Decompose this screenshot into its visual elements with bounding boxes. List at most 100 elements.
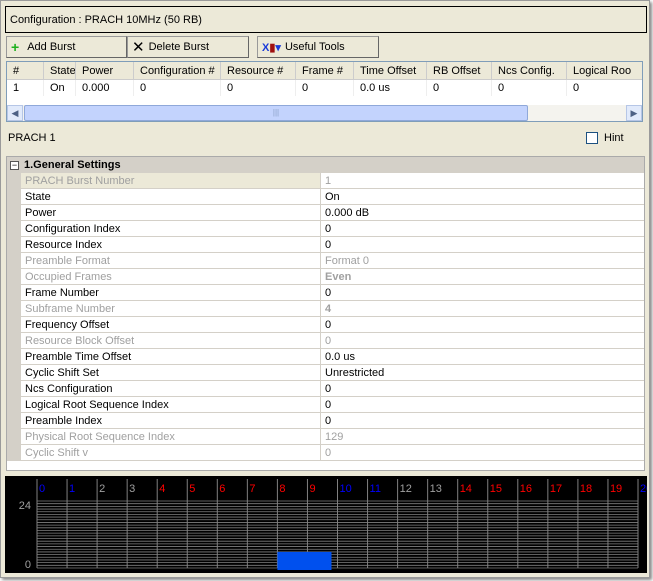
row-gutter [7, 205, 21, 220]
plus-icon: + [11, 39, 20, 55]
burst-table: # State Power Configuration # Resource # Fram… [6, 61, 643, 122]
collapse-icon[interactable]: − [10, 160, 19, 170]
property-row[interactable]: Subframe Number 4 [7, 301, 644, 317]
subframe-label: 2 [99, 483, 105, 495]
property-label: Physical Root Sequence Index [21, 429, 321, 444]
property-value[interactable]: Unrestricted [321, 365, 644, 380]
column-header[interactable]: Time Offset [354, 62, 427, 80]
subframe-label: 16 [520, 483, 532, 495]
useful-tools-button[interactable]: X▮▾ Useful Tools [257, 36, 379, 58]
subframe-label: 8 [279, 483, 285, 495]
property-value[interactable]: On [321, 189, 644, 204]
property-row[interactable]: Power 0.000 dB [7, 205, 644, 221]
property-label: Preamble Index [21, 413, 321, 428]
column-header[interactable]: State [44, 62, 76, 80]
property-row[interactable]: Preamble Index 0 [7, 413, 644, 429]
add-burst-button[interactable]: + Add Burst [6, 36, 127, 58]
property-label: Frame Number [21, 285, 321, 300]
scroll-thumb[interactable]: ||| [24, 105, 528, 121]
property-row[interactable]: Configuration Index 0 [7, 221, 644, 237]
column-header[interactable]: Configuration # [134, 62, 221, 80]
property-value[interactable]: 0 [321, 413, 644, 428]
property-value[interactable]: 0 [321, 237, 644, 252]
subframe-label: 13 [430, 483, 442, 495]
row-gutter [7, 413, 21, 428]
column-header[interactable]: RB Offset [427, 62, 492, 80]
property-value: 129 [325, 431, 344, 443]
property-label: Configuration Index [21, 221, 321, 236]
table-cell[interactable]: On [44, 80, 76, 96]
property-row[interactable]: Resource Index 0 [7, 237, 644, 253]
scroll-left-icon[interactable]: ◀ [7, 105, 23, 121]
column-header[interactable]: Resource # [221, 62, 296, 80]
row-gutter [7, 285, 21, 300]
hint-checkbox[interactable]: Hint [586, 132, 624, 144]
table-cell[interactable]: 0 [567, 80, 642, 96]
property-row[interactable]: Resource Block Offset 0 [7, 333, 644, 349]
property-label: Subframe Number [21, 301, 321, 316]
subframe-label: 18 [580, 483, 592, 495]
row-gutter [7, 317, 21, 332]
table-cell[interactable]: 0.000 [76, 80, 134, 96]
property-row[interactable]: Cyclic Shift Set Unrestricted [7, 365, 644, 381]
column-header[interactable]: Power [76, 62, 134, 80]
column-header[interactable]: Ncs Config. [492, 62, 567, 80]
subframe-label: 6 [219, 483, 225, 495]
prach-burst-block [277, 551, 332, 570]
property-row[interactable]: Physical Root Sequence Index 129 [7, 429, 644, 445]
table-cell[interactable]: 0 [221, 80, 296, 96]
table-cell[interactable]: 0.0 us [354, 80, 427, 96]
property-value[interactable]: 0 [321, 221, 644, 236]
property-row[interactable]: State On [7, 189, 644, 205]
subframe-label: 9 [309, 483, 315, 495]
subframe-label: 12 [400, 483, 412, 495]
table-cell[interactable]: 0 [492, 80, 567, 96]
burst-name-label: PRACH 1 [8, 132, 56, 144]
property-row[interactable]: Ncs Configuration 0 [7, 381, 644, 397]
column-header[interactable]: # [7, 62, 44, 80]
property-label: Frequency Offset [21, 317, 321, 332]
column-header[interactable]: Logical Roo [567, 62, 642, 80]
property-value[interactable]: 0 [321, 285, 644, 300]
table-cell[interactable]: 0 [296, 80, 354, 96]
property-value[interactable]: 0 [321, 317, 644, 332]
property-row[interactable]: Preamble Time Offset 0.0 us [7, 349, 644, 365]
row-gutter [7, 381, 21, 396]
row-gutter [7, 269, 21, 284]
delete-burst-button[interactable]: ✕ Delete Burst [127, 36, 249, 58]
table-cell[interactable]: 0 [134, 80, 221, 96]
row-gutter [7, 301, 21, 316]
section-general-settings[interactable]: − 1.General Settings [7, 157, 644, 173]
column-header[interactable]: Frame # [296, 62, 354, 80]
property-row[interactable]: Frame Number 0 [7, 285, 644, 301]
property-label: State [21, 189, 321, 204]
scroll-right-icon[interactable]: ▶ [626, 105, 642, 121]
property-row[interactable]: Cyclic Shift v 0 [7, 445, 644, 461]
property-value[interactable]: 0 [321, 397, 644, 412]
property-row[interactable]: Occupied Frames Even [7, 269, 644, 285]
subframe-label: 3 [129, 483, 135, 495]
property-value[interactable]: 0.0 us [321, 349, 644, 364]
property-label: Cyclic Shift v [21, 445, 321, 460]
horizontal-scrollbar[interactable]: ◀ ||| ▶ [7, 105, 642, 121]
prach-window: Configuration : PRACH 10MHz (50 RB) + Ad… [0, 0, 652, 578]
configuration-title: Configuration : PRACH 10MHz (50 RB) [5, 6, 647, 33]
property-row[interactable]: Logical Root Sequence Index 0 [7, 397, 644, 413]
property-value[interactable]: 0.000 dB [321, 205, 644, 220]
checkbox-icon[interactable] [586, 132, 598, 144]
table-cell[interactable]: 1 [7, 80, 44, 96]
property-value: 0 [325, 335, 332, 347]
row-gutter [7, 189, 21, 204]
property-row[interactable]: Frequency Offset 0 [7, 317, 644, 333]
property-row[interactable]: Preamble Format Format 0 [7, 253, 644, 269]
property-label: Ncs Configuration [21, 381, 321, 396]
row-gutter [7, 333, 21, 348]
property-row[interactable]: PRACH Burst Number 1 [7, 173, 644, 189]
property-label: PRACH Burst Number [21, 173, 321, 188]
row-gutter [7, 429, 21, 444]
property-value: Format 0 [325, 255, 370, 267]
property-value[interactable]: 0 [321, 381, 644, 396]
row-gutter [7, 173, 21, 188]
table-cell[interactable]: 0 [427, 80, 492, 96]
subframe-label: 7 [249, 483, 255, 495]
